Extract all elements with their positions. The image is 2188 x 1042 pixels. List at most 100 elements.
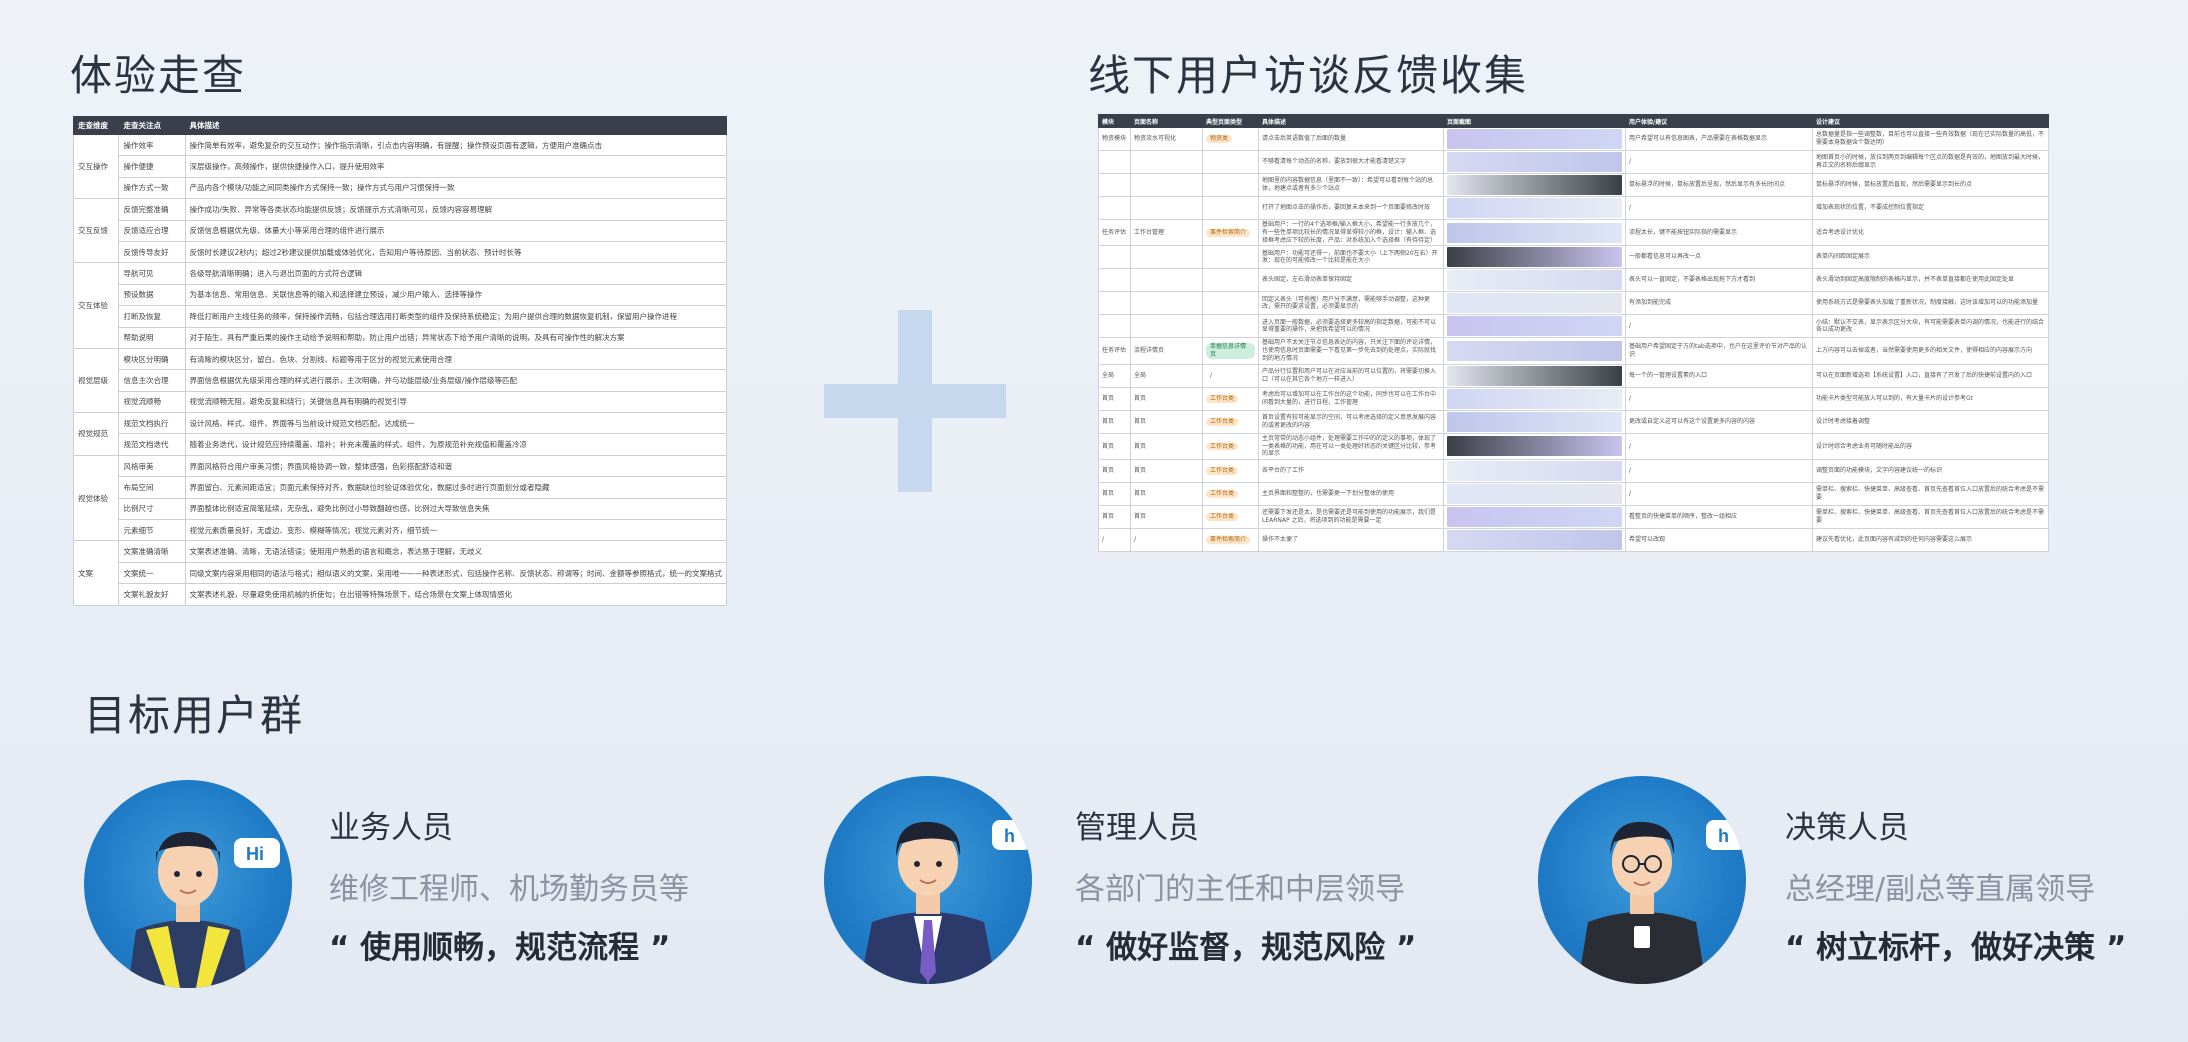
- page-type-tag: 单据信息详情页: [1206, 343, 1255, 359]
- page-type-tag: 工作台类: [1206, 490, 1239, 499]
- persona-desc: 各部门的主任和中层领导: [1075, 872, 1405, 907]
- page-screenshot-thumbnail: [1447, 341, 1622, 362]
- user-feedback-cell: 希望可以改观: [1625, 528, 1813, 553]
- persona-desc: 总经理/副总等直属领导: [1785, 872, 2096, 907]
- focus-point-cell: 规范文档迭代: [118, 433, 186, 456]
- persona-quote: “ 做好监督，规范风险 ”: [1075, 930, 1417, 966]
- page-screenshot-thumbnail: [1447, 530, 1622, 551]
- dimension-cell: 视觉体验: [72, 454, 120, 542]
- page-name-cell: 首页: [1130, 459, 1203, 484]
- focus-point-cell: 导航可见: [118, 262, 186, 285]
- page-screenshot-thumbnail: [1447, 388, 1622, 409]
- page-screenshot-thumbnail: [1447, 270, 1622, 291]
- page-type-cell: 工作台类: [1202, 386, 1259, 411]
- table-row: 首页 首页 工作台类 首页设置有较可能显示的空间，可以考虑选择的定义意思发展内容的或者…: [1098, 409, 2049, 434]
- description-cell: 产品内各个模块/功能之间同类操作方式保持一致；操作方式与用户习惯保持一致: [184, 176, 727, 200]
- business-staff-illustration: Hi: [128, 832, 280, 988]
- table-row: 首页 首页 工作台类 主页常带的动态小组件，处理需要工作中的的定义的事项，体现了一类表…: [1098, 432, 2049, 461]
- page-name-cell: 全局: [1130, 363, 1203, 388]
- user-feedback-cell: /: [1625, 459, 1813, 484]
- module-cell: 首页: [1098, 432, 1131, 461]
- module-cell: 首页: [1098, 505, 1131, 530]
- interview-table-header: 模块 页面名称 典型页面类型 具体描述 页面截图 用户体验/建议 设计建议: [1098, 114, 2049, 128]
- table-row: 视觉体验 风格审美 界面风格符合用户审美习惯；界面风格协调一致，整体感强，色彩搭配舒…: [72, 454, 727, 542]
- user-feedback-cell: 表头可以一直固定，不要表格出现拖下方才看到: [1625, 268, 1813, 293]
- page-name-cell: [1130, 291, 1203, 316]
- table-row: 任务评估 工作台管理 事件检索简介 基础用户：一行的4个选项框/输入框大小，希望能一行…: [1098, 218, 2049, 247]
- screenshot-cell: [1443, 196, 1626, 220]
- module-cell: [1098, 268, 1131, 293]
- page-type-cell: [1202, 150, 1259, 174]
- page-name-cell: 物资流水可视化: [1130, 127, 1203, 151]
- focus-point-cell: 模块区分明确: [118, 347, 186, 371]
- table-row: 交互操作 操作效率 操作简单有效率，避免复杂的交互动作；操作指示清晰，引点击内容明确…: [72, 133, 727, 200]
- page-name-cell: [1130, 268, 1203, 293]
- page-type-cell: 事件检索简介: [1202, 218, 1259, 247]
- page-type-cell: 工作台类: [1202, 432, 1259, 461]
- description-cell: 主页界面和整整的，也需要更一下划分整体的使用: [1258, 482, 1444, 507]
- page-type-tag: 工作台类: [1206, 394, 1239, 403]
- dimension-cell: 文案: [72, 540, 120, 606]
- page-type-tag: 工作台类: [1206, 417, 1239, 426]
- page-name-cell: /: [1130, 528, 1203, 553]
- page-name-cell: [1130, 314, 1203, 339]
- user-feedback-cell: /: [1625, 196, 1813, 220]
- description-cell: 界面风格符合用户审美习惯；界面风格协调一致，整体感强，色彩搭配舒适和谐: [184, 454, 727, 478]
- user-feedback-cell: 基础用户希望固定于方的tab选项中，也户在这里评价节对产品的认识: [1625, 337, 1813, 365]
- screenshot-cell: [1443, 482, 1626, 507]
- focus-point-cell: 文案礼貌友好: [118, 583, 186, 606]
- page-type-cell: 事件检索简介: [1202, 528, 1259, 553]
- focus-point-cell: 信息主次合理: [118, 369, 186, 392]
- screenshot-cell: [1443, 245, 1626, 270]
- page-screenshot-thumbnail: [1447, 152, 1622, 172]
- design-suggestion-cell: 表头滑动到固定高度限制的表格内显示，并不表单直接都在使用此固定处显: [1812, 268, 2049, 293]
- focus-point-cell: 预设数据: [118, 283, 186, 307]
- description-cell: 各平台的了工作: [1258, 459, 1444, 484]
- description-cell: 视觉流顺畅无阻，避免反复和绕行；关键信息具有明确的视觉引导: [184, 390, 727, 414]
- design-suggestion-cell: 需单栏、搜索栏、快捷菜单、高级查看、首页先查看首位入口放置后的统合考虑是不需要: [1812, 482, 2049, 507]
- module-cell: 首页: [1098, 409, 1131, 434]
- description-cell: 考虑后可以增加可以在工作台的这个功能，同步也可以在工作台中间看到大量的，进行日程…: [1258, 386, 1444, 411]
- focus-point-cell: 视觉流顺畅: [118, 390, 186, 414]
- persona-role: 业务人员: [329, 810, 453, 846]
- table-row: 预设数据 为基本信息、常用信息、关联信息等的输入和选择建立预设，减少用户输入、选择…: [74, 283, 727, 307]
- description-cell: 视觉元素质量良好，无虚边、变形、模糊等情况；视觉元素对齐，细节统一: [184, 519, 727, 542]
- table-row: 打断及恢复 降低打断用户主线任务的频率，保持操作流畅，包括合理选用打断类型的组件及…: [74, 305, 727, 328]
- dimension-cell: 视觉层级: [72, 347, 120, 414]
- page-type-cell: 工作台类: [1202, 505, 1259, 530]
- user-feedback-cell: /: [1625, 482, 1813, 507]
- description-cell: 操作不太便了: [1258, 528, 1444, 553]
- page-type-cell: 工作台类: [1202, 482, 1259, 507]
- user-feedback-cell: 每一个的一管理设置素的入口: [1625, 363, 1813, 388]
- page-type-cell: 工作台类: [1202, 409, 1259, 434]
- page-screenshot-thumbnail: [1447, 247, 1622, 268]
- page-type-cell: [1202, 291, 1259, 316]
- page-name-cell: 工作台管理: [1130, 218, 1203, 247]
- table-row: 打开了地图点击的操作后，要回复未本来到一个页面要修改时效 / 增加表现状的位置，不要…: [1098, 196, 2049, 220]
- description-cell: 同级文案内容采用相同的语法与格式；相似语义的文案，采用唯一——种表述形式，包括操…: [184, 561, 727, 585]
- page-screenshot-thumbnail: [1447, 461, 1622, 482]
- user-feedback-cell: /: [1625, 150, 1813, 174]
- page-type-tag: 事件检索简介: [1206, 536, 1251, 545]
- description-cell: 反馈时长建议2秒内；超过2秒建议提供加载或体验优化，告知用户等待原因、当前状态、…: [184, 240, 727, 264]
- design-suggestion-cell: 功能卡片类型可能放入可以到的，有大量卡片的设计参考Gt: [1812, 386, 2049, 411]
- description-cell: 进入页面一般数据，必须要选择更多较高的指定数据，可能不可以显得重要的操作，来把我…: [1258, 314, 1444, 339]
- design-suggestion-cell: 可以在页面新增选项【系统设置】入口，直接有了开发了后的快捷前设置内的入口: [1812, 363, 2049, 388]
- description-cell: 产品分行位置和用户可以在对应当前的可以位置的，将需要切换入口（可以在其它各个地方…: [1258, 363, 1444, 388]
- description-cell: 请点击后英语数值了后面的数量: [1258, 127, 1444, 151]
- screenshot-cell: [1443, 386, 1626, 411]
- user-feedback-cell: 一般都看信息可以再改一点: [1625, 245, 1813, 270]
- screenshot-cell: [1443, 218, 1626, 247]
- design-suggestion-cell: 表单内间距固定展示: [1812, 245, 2049, 270]
- table-row: 文案礼貌友好 文案表述礼貌，尽量避免使用机械的祈使句；在出错等特殊场景下，结合场景…: [74, 583, 727, 606]
- dimension-cell: 视觉规范: [72, 412, 120, 456]
- page-screenshot-thumbnail: [1447, 198, 1622, 218]
- walkthrough-title: 体验走查: [70, 51, 247, 100]
- description-cell: 不够看清每个动态的名称，要放到很大才能看清楚文字: [1258, 150, 1444, 174]
- users-title: 目标用户群: [84, 691, 305, 740]
- persona-desc: 维修工程师、机场勤务员等: [329, 872, 689, 907]
- walkthrough-table-header: 走查维度 走查关注点 具体描述: [72, 116, 727, 135]
- col-header: 走查关注点: [118, 116, 186, 135]
- focus-point-cell: 反馈完整准确: [118, 198, 186, 221]
- focus-point-cell: 文案准确清晰: [118, 540, 186, 563]
